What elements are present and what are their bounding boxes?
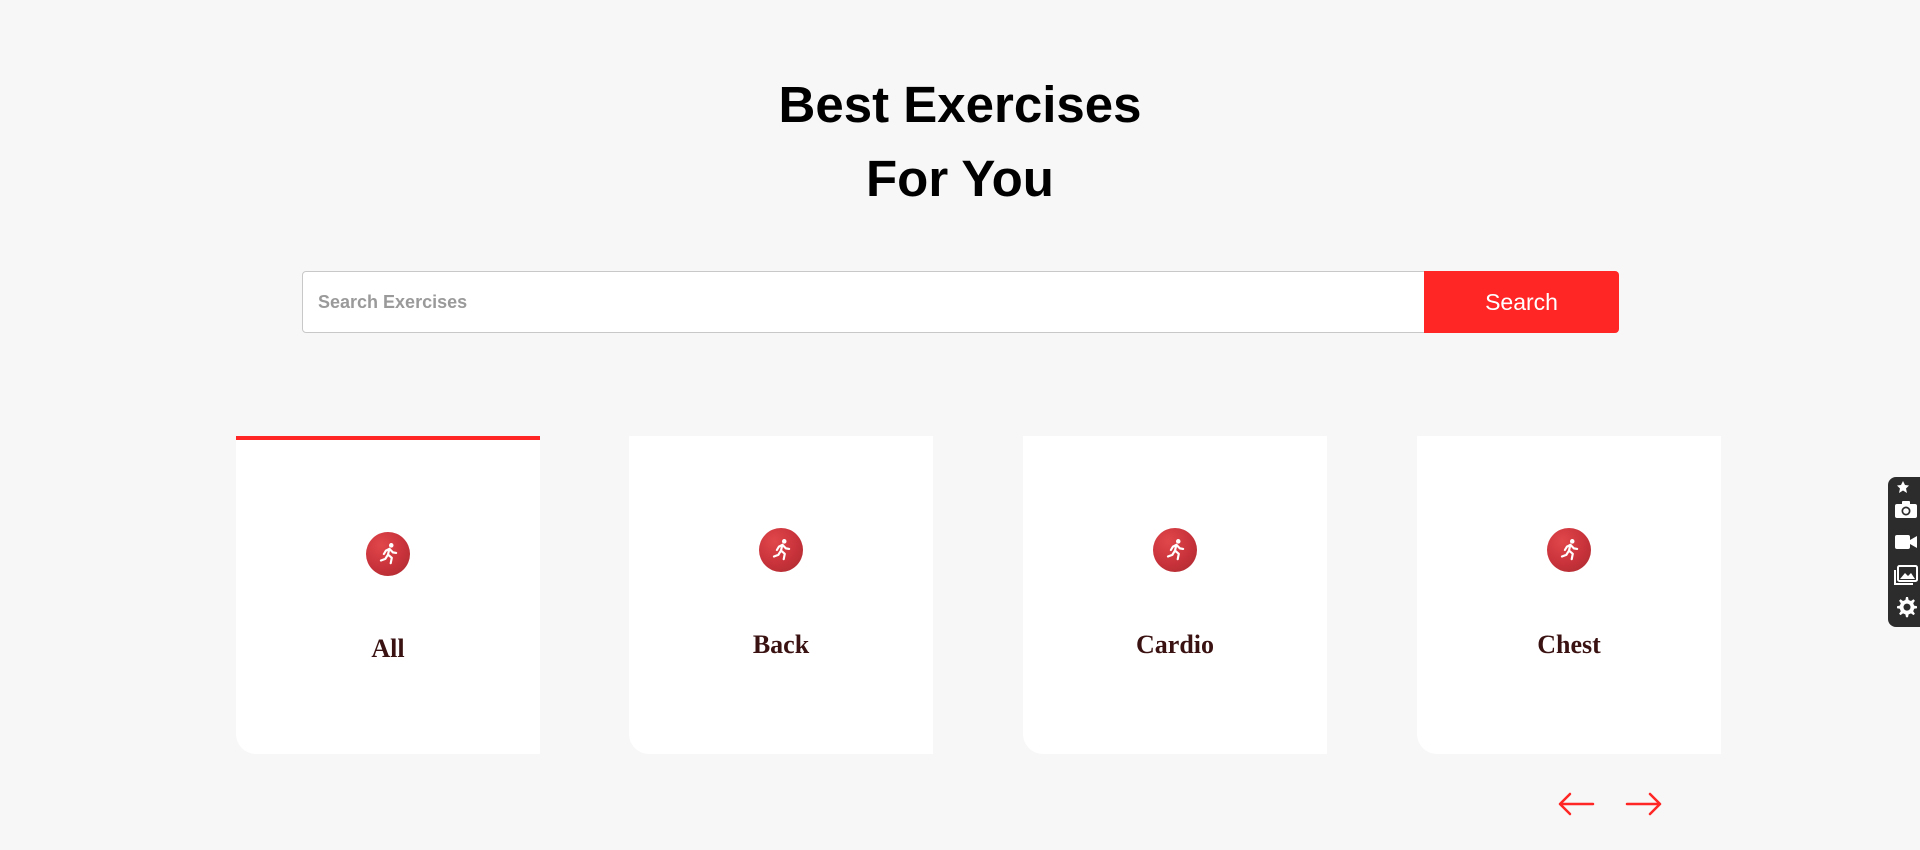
- video-camera-icon[interactable]: [1894, 530, 1918, 554]
- running-person-icon: [366, 532, 410, 576]
- page-title-line-1: Best Exercises: [778, 76, 1142, 133]
- search-bar: Search: [302, 271, 1619, 333]
- gallery-icon[interactable]: [1894, 563, 1918, 587]
- search-input[interactable]: [302, 271, 1426, 333]
- category-label: Back: [752, 630, 810, 659]
- page-title-line-2: For You: [866, 150, 1054, 207]
- category-label: Cardio: [1136, 630, 1214, 659]
- page-title: Best Exercises For You: [0, 68, 1920, 216]
- camera-icon[interactable]: [1894, 497, 1918, 521]
- category-card-back[interactable]: Back: [629, 436, 933, 754]
- category-card-cardio[interactable]: Cardio: [1023, 436, 1327, 754]
- right-arrow-icon: [1625, 792, 1662, 816]
- pin-icon[interactable]: [1894, 479, 1914, 495]
- gear-icon[interactable]: [1894, 595, 1918, 619]
- category-card-chest[interactable]: Chest: [1417, 436, 1721, 754]
- left-arrow-icon: [1558, 792, 1595, 816]
- running-person-icon: [759, 528, 803, 572]
- category-label: All: [371, 634, 405, 663]
- running-person-icon: [1153, 528, 1197, 572]
- scroll-left-button[interactable]: [1556, 789, 1596, 819]
- side-toolbar: [1888, 477, 1920, 627]
- running-person-icon: [1547, 528, 1591, 572]
- category-label: Chest: [1537, 630, 1601, 659]
- search-button[interactable]: Search: [1424, 271, 1619, 333]
- category-card-all[interactable]: All: [236, 436, 540, 754]
- scroll-right-button[interactable]: [1624, 789, 1664, 819]
